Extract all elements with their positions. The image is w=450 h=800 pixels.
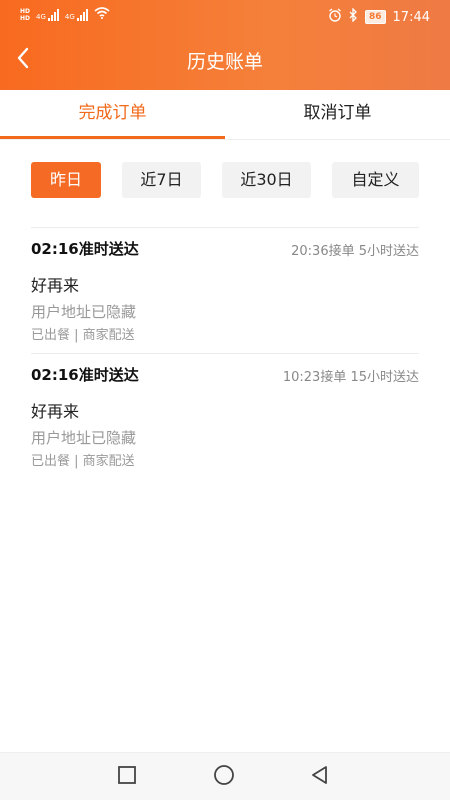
order-status: 已出餐 | 商家配送 <box>31 328 135 343</box>
status-bar-right: 86 17:44 <box>328 7 430 26</box>
app-header: HD HD 4G 4G 86 17:44 历史账单 <box>0 0 450 90</box>
filter-last-30-days[interactable]: 近30日 <box>222 162 311 198</box>
divider <box>31 353 419 354</box>
home-button[interactable] <box>212 765 236 789</box>
battery-indicator: 86 <box>365 10 386 24</box>
signal-2: 4G <box>64 8 88 21</box>
order-address: 用户地址已隐藏 <box>31 429 137 447</box>
filter-custom[interactable]: 自定义 <box>332 162 419 198</box>
status-bar: HD HD 4G 4G 86 17:44 <box>0 0 450 32</box>
system-back-button[interactable] <box>308 765 332 789</box>
wifi-icon <box>94 7 110 22</box>
alarm-icon <box>328 8 342 26</box>
triangle-left-icon <box>310 765 330 789</box>
network-label: 4G <box>36 12 46 21</box>
hd-indicator-1: HD HD <box>20 8 30 22</box>
signal-bars-icon <box>76 8 88 21</box>
square-icon <box>117 765 137 789</box>
order-address: 用户地址已隐藏 <box>31 303 137 321</box>
clock: 17:44 <box>392 9 430 25</box>
filter-last-7-days[interactable]: 近7日 <box>122 162 201 198</box>
circle-icon <box>213 764 235 790</box>
tab-bar: 完成订单 取消订单 <box>0 90 450 140</box>
signal-1: 4G <box>36 8 59 21</box>
bluetooth-icon <box>349 7 358 26</box>
hd-label: HD <box>20 7 31 15</box>
recent-apps-button[interactable] <box>115 765 139 789</box>
order-shop-name: 好再来 <box>31 402 80 421</box>
hd-label: HD <box>20 14 31 22</box>
order-status: 已出餐 | 商家配送 <box>31 454 135 469</box>
network-label: 4G <box>64 12 75 21</box>
order-accept-info: 10:23接单 15小时送达 <box>282 370 419 385</box>
order-delivery-time: 02:16准时送达 <box>31 240 139 258</box>
system-navigation-bar <box>0 752 450 800</box>
divider <box>0 139 450 140</box>
page-title: 历史账单 <box>186 51 263 73</box>
order-accept-info: 20:36接单 5小时送达 <box>291 244 419 259</box>
tab-completed-orders[interactable]: 完成订单 <box>0 90 225 140</box>
filter-yesterday[interactable]: 昨日 <box>31 162 101 198</box>
tab-cancelled-orders[interactable]: 取消订单 <box>225 90 450 140</box>
divider <box>31 227 419 228</box>
order-shop-name: 好再来 <box>31 276 80 295</box>
order-delivery-time: 02:16准时送达 <box>31 366 139 384</box>
signal-bars-icon <box>47 8 59 21</box>
status-bar-left: HD HD 4G 4G <box>20 7 110 22</box>
